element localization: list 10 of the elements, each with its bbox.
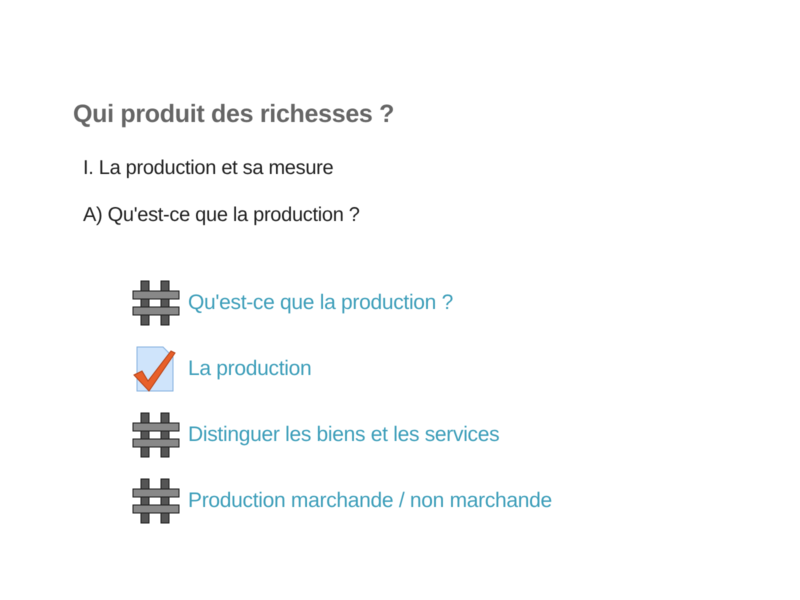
lattice-icon <box>131 279 181 327</box>
section-title: Qui produit des richesses ? <box>73 100 396 129</box>
lattice-icon <box>131 411 181 459</box>
activity-link[interactable]: Distinguer les biens et les services <box>188 423 500 447</box>
summary-line: I. La production et sa mesure <box>83 157 334 180</box>
summary-line: A) Qu'est-ce que la production ? <box>83 204 361 227</box>
activity-link[interactable]: Production marchande / non marchande <box>188 489 552 513</box>
activity-link[interactable]: Qu'est-ce que la production ? <box>188 291 453 315</box>
lattice-icon <box>131 477 181 525</box>
activity-link[interactable]: La production <box>188 357 312 381</box>
